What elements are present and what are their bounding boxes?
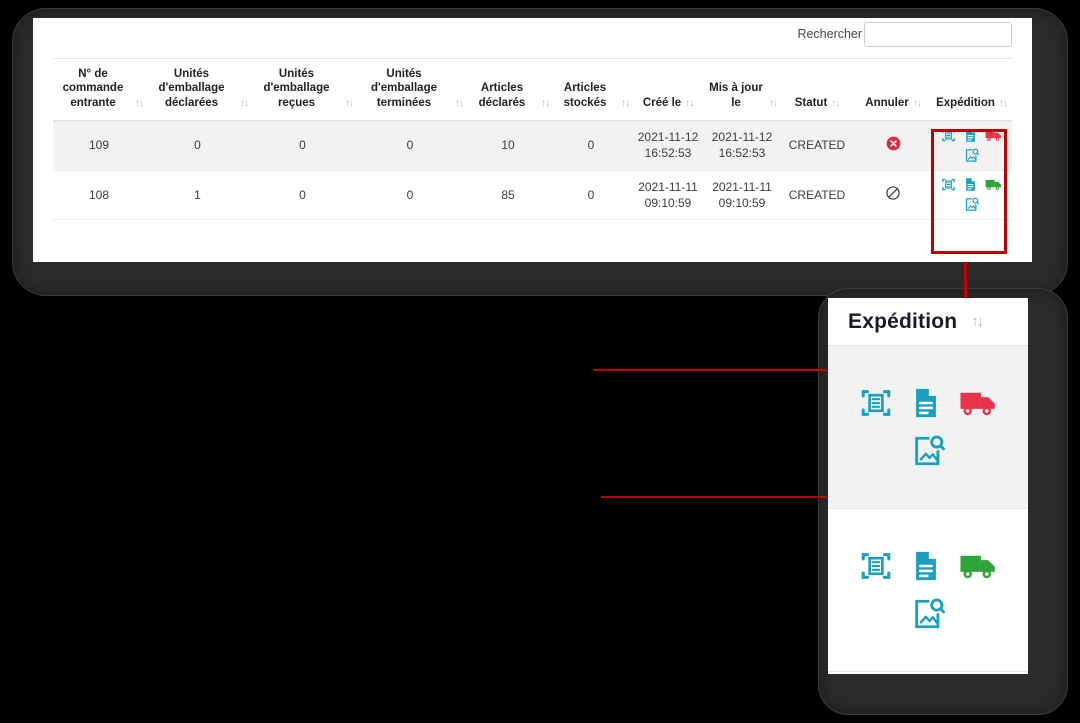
column-label: Statut	[795, 96, 828, 110]
truck-icon[interactable]	[985, 128, 1002, 143]
column-label: Annuler	[865, 96, 908, 110]
truck-icon[interactable]	[959, 550, 997, 582]
image-search-icon[interactable]	[964, 197, 979, 212]
image-search-icon[interactable]	[858, 597, 998, 631]
shipping-action-icons	[939, 128, 1005, 163]
sort-icon[interactable]: ↑↓	[971, 313, 982, 330]
column-label: Mis à jour le	[707, 81, 765, 110]
column-header-articles-stocked[interactable]: Articles stockés ↑↓	[551, 59, 631, 121]
sort-icon[interactable]: ↑↓	[240, 99, 248, 110]
barcode-scan-icon[interactable]	[859, 549, 893, 583]
cell-articles-stocked: 0	[551, 121, 631, 170]
document-icon[interactable]	[909, 549, 943, 583]
cell-articles-declared: 85	[465, 170, 551, 219]
table-header: N° de commande entrante ↑↓ Unités d'embal…	[53, 59, 1012, 121]
sort-icon[interactable]: ↑↓	[345, 99, 353, 110]
screenshot-stage: Rechercher : N° de commande entrante ↑↓ U…	[0, 0, 1080, 723]
cell-status: CREATED	[779, 170, 855, 219]
cell-updated-at: 2021-11-11 09:10:59	[705, 170, 779, 219]
shipping-action-icons	[939, 177, 1005, 212]
column-label: N° de commande entrante	[55, 67, 131, 110]
column-header-packages-declared[interactable]: Unités d'emballage déclarées ↑↓	[145, 59, 250, 121]
cell-packages-finished: 0	[355, 121, 465, 170]
cell-cancel	[855, 170, 931, 219]
document-icon[interactable]	[963, 177, 978, 192]
document-icon[interactable]	[963, 128, 978, 143]
cell-order-no: 108	[53, 170, 145, 219]
column-header-shipping[interactable]: Expédition ↑↓	[931, 59, 1012, 121]
cell-cancel[interactable]	[855, 121, 931, 170]
zoom-callout-panel: Expédition ↑↓	[828, 298, 1028, 674]
search-label: Rechercher :	[797, 27, 869, 41]
cancel-disabled-icon	[885, 185, 901, 201]
cancel-x-icon[interactable]	[886, 136, 901, 151]
sort-icon[interactable]: ↑↓	[685, 99, 693, 110]
cell-packages-finished: 0	[355, 170, 465, 219]
column-label: Articles stockés	[553, 81, 617, 110]
column-label: Créé le	[643, 96, 681, 110]
shipping-action-icons	[858, 386, 998, 468]
barcode-scan-icon[interactable]	[859, 386, 893, 420]
cell-shipping[interactable]	[931, 170, 1012, 219]
column-header-created-at[interactable]: Créé le ↑↓	[631, 59, 705, 121]
column-label: Articles déclarés	[467, 81, 537, 110]
column-header-status[interactable]: Statut↑↓	[779, 59, 855, 121]
callout-row[interactable]	[828, 509, 1028, 672]
column-header-packages-finished[interactable]: Unités d'emballage terminées ↑↓	[355, 59, 465, 121]
table-row[interactable]: 109 0 0 0 10 0 2021-11-12 16:52:53 2021-…	[53, 121, 1012, 170]
document-icon[interactable]	[909, 386, 943, 420]
column-label: Unités d'emballage reçues	[252, 67, 341, 110]
sort-icon[interactable]: ↑↓	[913, 99, 921, 110]
column-label: Expédition	[936, 96, 995, 110]
barcode-scan-icon[interactable]	[941, 128, 956, 143]
column-header-packages-received[interactable]: Unités d'emballage reçues ↑↓	[250, 59, 355, 121]
orders-table: N° de commande entrante ↑↓ Unités d'embal…	[53, 58, 1012, 220]
sort-icon[interactable]: ↑↓	[541, 99, 549, 110]
cell-articles-declared: 10	[465, 121, 551, 170]
data-table-panel: Rechercher : N° de commande entrante ↑↓ U…	[33, 18, 1032, 262]
shipping-action-icons	[858, 549, 998, 631]
cell-status: CREATED	[779, 121, 855, 170]
image-search-icon[interactable]	[858, 434, 998, 468]
cell-articles-stocked: 0	[551, 170, 631, 219]
sort-icon[interactable]: ↑↓	[135, 99, 143, 110]
callout-row[interactable]	[828, 346, 1028, 509]
callout-title: Expédition	[848, 310, 957, 334]
callout-header: Expédition ↑↓	[828, 298, 1028, 346]
table-row[interactable]: 108 1 0 0 85 0 2021-11-11 09:10:59 2021-…	[53, 170, 1012, 219]
table-header-row: N° de commande entrante ↑↓ Unités d'embal…	[53, 59, 1012, 121]
sort-icon[interactable]: ↑↓	[621, 99, 629, 110]
column-label: Unités d'emballage terminées	[357, 67, 451, 110]
truck-icon[interactable]	[985, 177, 1002, 192]
cell-packages-declared: 1	[145, 170, 250, 219]
truck-icon[interactable]	[959, 387, 997, 419]
cell-packages-received: 0	[250, 121, 355, 170]
column-header-articles-declared[interactable]: Articles déclarés ↑↓	[465, 59, 551, 121]
search-row: Rechercher :	[33, 18, 1032, 56]
sort-icon[interactable]: ↑↓	[769, 99, 777, 110]
sort-icon[interactable]: ↑↓	[831, 99, 839, 110]
sort-icon[interactable]: ↑↓	[999, 99, 1007, 110]
cell-shipping[interactable]	[931, 121, 1012, 170]
cell-order-no: 109	[53, 121, 145, 170]
search-input[interactable]	[864, 22, 1012, 47]
column-header-cancel[interactable]: Annuler ↑↓	[855, 59, 931, 121]
cell-created-at: 2021-11-11 09:10:59	[631, 170, 705, 219]
column-header-order-no[interactable]: N° de commande entrante ↑↓	[53, 59, 145, 121]
column-header-updated-at[interactable]: Mis à jour le ↑↓	[705, 59, 779, 121]
image-search-icon[interactable]	[964, 148, 979, 163]
barcode-scan-icon[interactable]	[941, 177, 956, 192]
cell-updated-at: 2021-11-12 16:52:53	[705, 121, 779, 170]
cell-created-at: 2021-11-12 16:52:53	[631, 121, 705, 170]
table-body: 109 0 0 0 10 0 2021-11-12 16:52:53 2021-…	[53, 121, 1012, 220]
cell-packages-received: 0	[250, 170, 355, 219]
cell-packages-declared: 0	[145, 121, 250, 170]
column-label: Unités d'emballage déclarées	[147, 67, 236, 110]
sort-icon[interactable]: ↑↓	[455, 99, 463, 110]
